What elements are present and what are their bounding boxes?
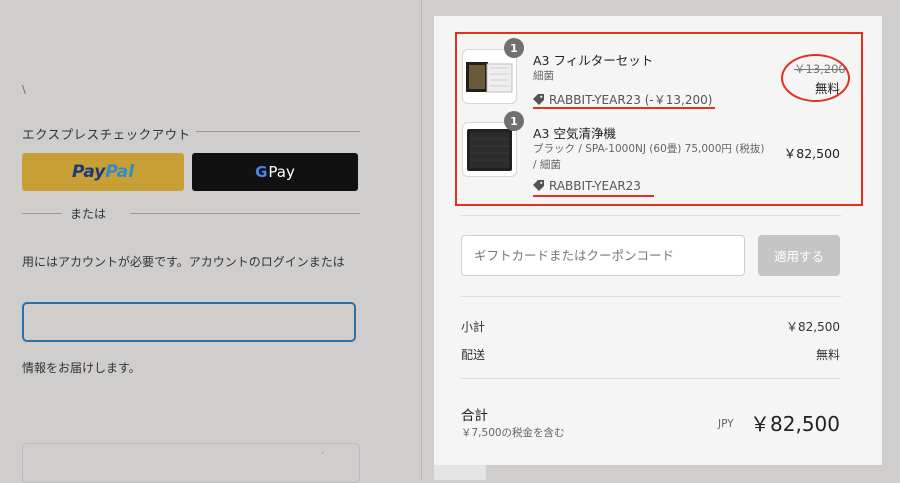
or-separator-text: または [70,207,107,221]
stray-mark: \ [22,83,26,96]
express-checkout-title: エクスプレスチェックアウト [22,127,191,142]
or-divider-right [130,213,360,214]
or-divider-left [22,213,62,214]
summary-divider [461,378,841,379]
total-value: ￥82,500 [750,412,840,436]
next-field[interactable] [22,443,360,483]
express-checkout-divider [196,131,360,132]
summary-divider [461,215,841,216]
paypal-button[interactable]: Pay Pal [22,153,184,191]
coupon-code-input[interactable] [461,235,745,276]
account-required-note: 用にはアカウントが必要です。アカウントのログインまたは [22,255,345,269]
shipping-value: 無料 [815,348,840,362]
paypal-logo-part1: Pay [71,162,106,182]
google-pay-label: Pay [268,163,295,181]
summary-divider [461,296,841,297]
field-tick-mark: ˊ [320,452,325,462]
currency-code: JPY [718,418,734,430]
column-divider [421,0,422,480]
annotation-box [455,32,863,206]
paypal-logo-part2: Pal [105,162,135,182]
google-pay-button[interactable]: G Pay [192,153,358,191]
total-label: 合計 [461,408,488,424]
email-info-note: 情報をお届けします。 [22,361,141,375]
subtotal-label: 小計 [461,320,486,334]
email-field[interactable] [22,302,356,342]
shipping-label: 配送 [461,348,486,362]
apply-coupon-button[interactable]: 適用する [758,235,840,276]
panel-bottom-strip [434,465,486,480]
tax-note: ￥7,500の税金を含む [461,427,565,439]
subtotal-value: ￥82,500 [786,320,840,334]
google-g-icon: G [255,163,268,181]
